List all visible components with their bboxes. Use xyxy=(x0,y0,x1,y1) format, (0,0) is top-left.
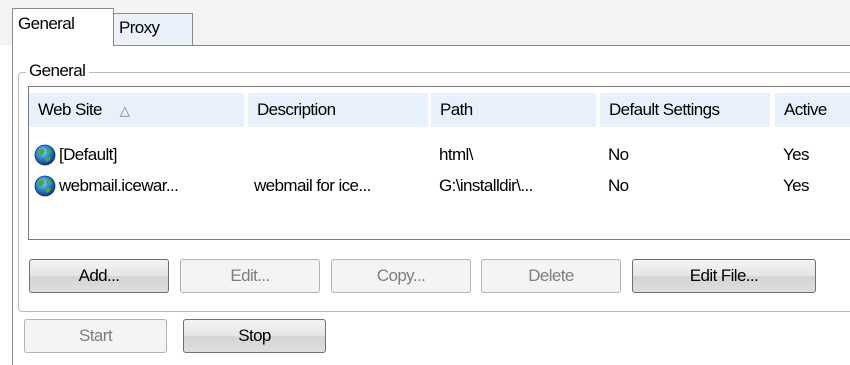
column-label: Web Site xyxy=(38,100,102,119)
groupbox-legend: General xyxy=(26,58,90,84)
site-name: [Default] xyxy=(59,145,118,164)
cell-description: webmail for ice... xyxy=(254,176,371,195)
column-header-description[interactable]: Description xyxy=(248,93,428,127)
site-name: webmail.icewar... xyxy=(59,176,179,195)
column-header-active[interactable]: Active xyxy=(775,93,850,127)
column-header-default-settings[interactable]: Default Settings xyxy=(600,93,770,127)
list-row-default[interactable]: [Default] html\ No Yes xyxy=(29,142,850,168)
delete-button[interactable]: Delete xyxy=(481,259,621,293)
cell-active: Yes xyxy=(783,176,810,195)
cell-web-site: [Default] xyxy=(34,142,118,168)
tab-body-border xyxy=(12,45,13,365)
column-header-web-site[interactable]: Web Site △ xyxy=(29,93,244,127)
edit-button[interactable]: Edit... xyxy=(180,259,320,293)
cell-web-site: webmail.icewar... xyxy=(34,173,179,199)
stop-button[interactable]: Stop xyxy=(183,319,326,353)
web-sites-list[interactable]: Web Site △ Description Path Default Setti… xyxy=(28,86,850,240)
tab-general[interactable]: General xyxy=(12,8,114,46)
cell-active: Yes xyxy=(783,145,810,164)
globe-icon xyxy=(34,175,56,197)
cell-default-settings: No xyxy=(608,176,629,195)
list-header: Web Site △ Description Path Default Setti… xyxy=(29,87,850,133)
cell-default-settings: No xyxy=(608,145,629,164)
globe-icon xyxy=(34,144,56,166)
column-header-path[interactable]: Path xyxy=(431,93,596,127)
copy-button[interactable]: Copy... xyxy=(331,259,471,293)
cell-path: html\ xyxy=(439,145,473,164)
tab-proxy[interactable]: Proxy xyxy=(114,13,193,46)
add-button[interactable]: Add... xyxy=(29,259,169,293)
web-sites-panel: General Proxy General Web Site △ Descript… xyxy=(0,0,850,365)
cell-path: G:\installdir\... xyxy=(439,176,533,195)
list-row-webmail[interactable]: webmail.icewar... webmail for ice... G:\… xyxy=(29,173,850,199)
sort-ascending-icon: △ xyxy=(119,102,130,118)
tab-divider xyxy=(12,45,850,46)
edit-file-button[interactable]: Edit File... xyxy=(632,259,816,293)
start-button[interactable]: Start xyxy=(24,319,167,353)
